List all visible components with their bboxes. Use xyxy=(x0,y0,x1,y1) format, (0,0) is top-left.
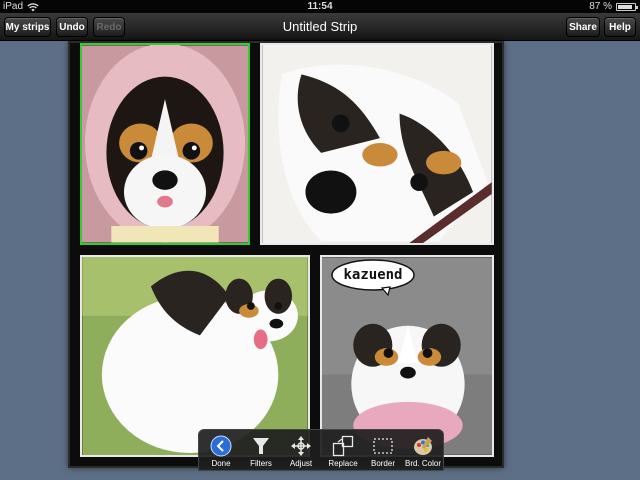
border-icon xyxy=(373,438,393,454)
top-toolbar: My strips Undo Redo Untitled Strip Share… xyxy=(0,13,640,41)
border-label: Border xyxy=(370,459,395,468)
puppy-in-hood-image xyxy=(82,45,248,243)
edit-tool-palette: Done Filters Adjust Replace Border Brd. … xyxy=(198,429,444,471)
move-arrows-icon xyxy=(291,436,311,456)
done-button[interactable]: Done xyxy=(199,430,243,472)
filters-button[interactable]: Filters xyxy=(239,430,283,472)
speech-bubble-text: kazuend xyxy=(343,267,403,283)
filters-label: Filters xyxy=(250,459,272,468)
clock: 11:54 xyxy=(307,1,333,12)
replace-photo-icon xyxy=(332,435,354,457)
help-button[interactable]: Help xyxy=(604,17,636,37)
done-label: Done xyxy=(211,459,231,468)
filter-icon xyxy=(253,438,269,454)
strip-title: Untitled Strip xyxy=(282,19,358,34)
comic-strip xyxy=(68,41,504,468)
replace-button[interactable]: Replace xyxy=(321,430,365,472)
status-bar: iPad 11:54 87 % xyxy=(0,0,640,13)
battery-icon xyxy=(616,2,638,11)
border-button[interactable]: Border xyxy=(361,430,405,472)
back-arrow-icon xyxy=(210,435,232,457)
panel-1-photo[interactable] xyxy=(80,43,250,245)
adjust-label: Adjust xyxy=(289,459,313,468)
border-color-button[interactable]: Brd. Color xyxy=(401,430,445,472)
adjust-button[interactable]: Adjust xyxy=(279,430,323,472)
panel-3-photo[interactable] xyxy=(80,255,310,457)
puppy-closeup-image xyxy=(262,45,492,243)
palette-icon xyxy=(414,437,432,455)
panel-2-photo[interactable] xyxy=(260,43,494,245)
puppy-on-grass-image xyxy=(82,257,308,455)
replace-label: Replace xyxy=(328,459,358,468)
border-color-label: Brd. Color xyxy=(404,459,441,468)
battery-percentage: 87 % xyxy=(589,1,612,12)
share-button[interactable]: Share xyxy=(566,17,600,37)
speech-bubble[interactable]: kazuend xyxy=(330,258,416,296)
